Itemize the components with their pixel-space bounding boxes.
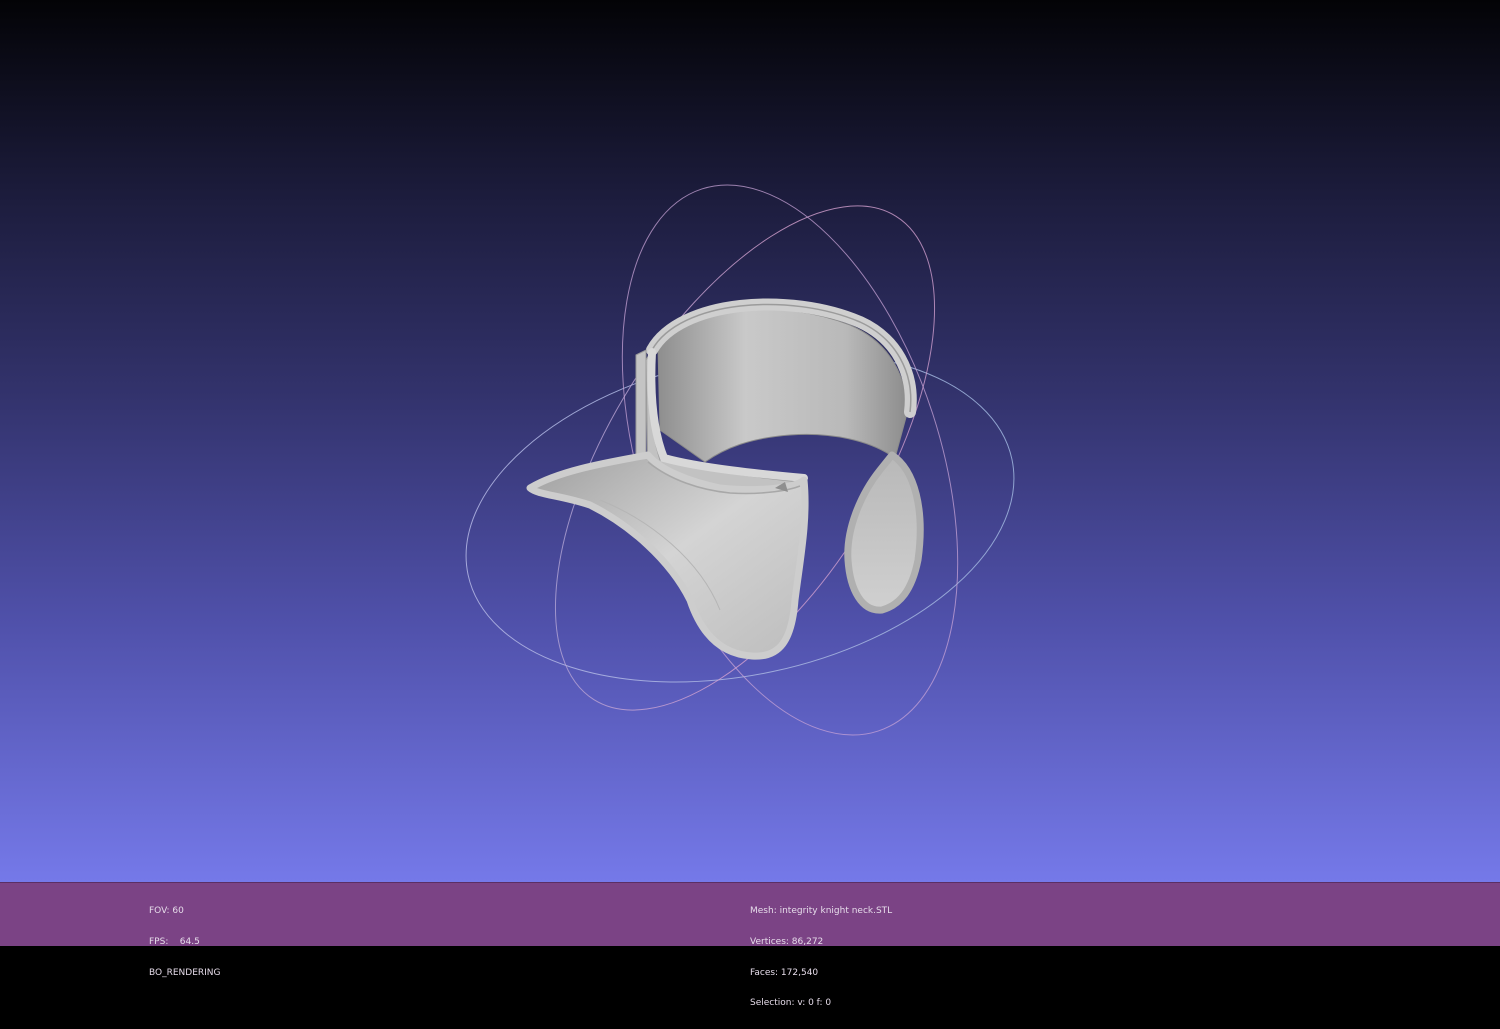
scene-canvas[interactable] bbox=[0, 0, 1500, 882]
mesh-model[interactable] bbox=[526, 298, 924, 660]
trackball-gizmo[interactable] bbox=[435, 143, 1045, 778]
mesh-name-readout: Mesh: integrity knight neck.STL bbox=[750, 906, 893, 917]
render-info-panel: FOV: 60 FPS: 64.5 BO_RENDERING bbox=[149, 886, 221, 998]
selection-readout: Selection: v: 0 f: 0 bbox=[750, 998, 832, 1009]
collar-right-flap bbox=[844, 451, 924, 614]
fov-readout: FOV: 60 bbox=[149, 906, 184, 917]
fps-readout: FPS: 64.5 bbox=[149, 937, 200, 948]
status-bar: FOV: 60 FPS: 64.5 BO_RENDERING Mesh: int… bbox=[0, 882, 1500, 1008]
vertices-readout: Vertices: 86,272 bbox=[750, 937, 824, 948]
faces-readout: Faces: 172,540 bbox=[750, 967, 819, 978]
render-mode-readout: BO_RENDERING bbox=[149, 967, 221, 978]
collar-back-tab bbox=[635, 349, 647, 461]
mesh-info-panel: Mesh: integrity knight neck.STL Vertices… bbox=[750, 886, 892, 1029]
trackball-ring-tilted bbox=[554, 205, 936, 711]
3d-viewport[interactable] bbox=[0, 0, 1500, 882]
